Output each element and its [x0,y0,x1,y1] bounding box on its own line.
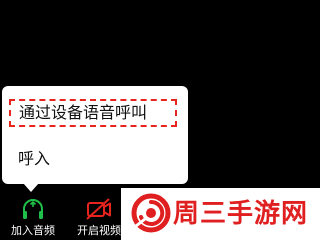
video-off-icon [84,196,114,226]
call-via-device-audio-option[interactable]: 通过设备语音呼叫 [2,96,188,130]
audio-options-popup: 通过设备语音呼叫 呼入 [2,86,188,184]
meeting-screen: 通过设备语音呼叫 呼入 加入音频 开启视频 周三手游网 [0,0,320,240]
headphones-icon [20,196,46,226]
popup-pointer-arrow [23,183,39,192]
site-watermark: 周三手游网 [121,188,320,240]
join-audio-label: 加入音频 [11,224,55,237]
dial-in-option[interactable]: 呼入 [2,142,188,176]
watermark-text: 周三手游网 [173,199,309,229]
call-via-device-audio-label: 通过设备语音呼叫 [19,103,148,122]
swirl-logo-icon [131,192,171,238]
start-video-button[interactable]: 开启视频 [72,192,126,240]
dial-in-label: 呼入 [18,149,51,168]
start-video-label: 开启视频 [77,224,121,237]
join-audio-button[interactable]: 加入音频 [6,192,60,240]
